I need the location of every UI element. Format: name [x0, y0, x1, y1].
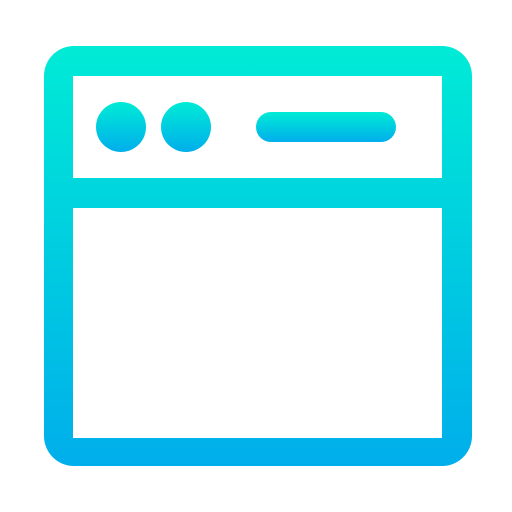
address-bar-pill	[256, 112, 396, 142]
control-dot-left	[96, 102, 146, 152]
browser-window-icon	[44, 46, 472, 466]
control-dot-right	[161, 102, 211, 152]
icon-canvas	[0, 0, 512, 512]
content-area	[73, 208, 442, 438]
